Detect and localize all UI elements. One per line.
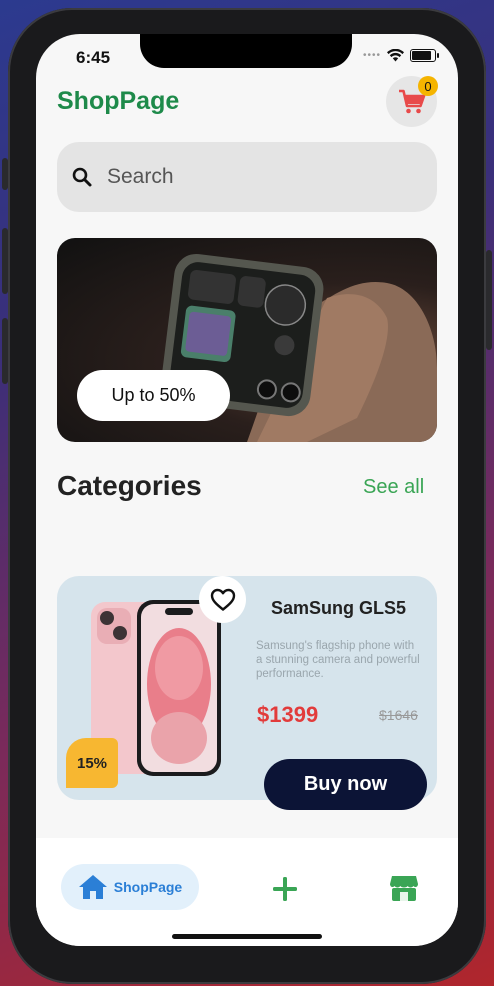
app-screen: 6:45 •••• ShopPage 0 Search Up to 50% Ca… <box>36 34 458 946</box>
status-icons: •••• <box>362 49 439 62</box>
store-icon[interactable] <box>389 874 419 902</box>
side-button <box>2 228 8 294</box>
product-old-price: $1646 <box>379 707 418 723</box>
home-indicator <box>172 934 322 939</box>
battery-icon <box>410 49 439 62</box>
search-icon <box>72 167 92 187</box>
status-time: 6:45 <box>76 48 111 67</box>
app-title: ShopPage <box>57 87 180 115</box>
see-all-link[interactable]: See all <box>363 476 424 499</box>
heart-icon <box>210 588 235 611</box>
signal-dots-icon: •••• <box>362 50 381 61</box>
nav-item-shoppage[interactable]: ShopPage <box>61 864 199 910</box>
cart-count-badge: 0 <box>418 76 438 96</box>
banner-discount-button[interactable]: Up to 50% <box>77 370 230 421</box>
wifi-icon <box>387 49 404 62</box>
discount-badge: 15% <box>66 738 118 788</box>
product-card[interactable]: 15% SamSung GLS5 Samsung's flagship phon… <box>57 576 437 810</box>
favorite-button[interactable] <box>199 576 246 623</box>
notch <box>140 34 352 68</box>
nav-home-label: ShopPage <box>113 879 183 895</box>
product-price: $1399 <box>257 702 319 727</box>
categories-heading: Categories <box>57 470 202 501</box>
product-name: SamSung GLS5 <box>271 598 407 618</box>
side-button <box>2 158 8 190</box>
home-icon <box>78 875 107 899</box>
buy-now-button[interactable]: Buy now <box>264 759 427 810</box>
side-button <box>486 250 492 350</box>
search-bar[interactable] <box>57 142 437 212</box>
search-input[interactable] <box>105 164 409 190</box>
bottom-navigation: ShopPage <box>36 838 458 946</box>
plus-icon[interactable] <box>272 876 298 902</box>
promo-banner[interactable]: Up to 50% <box>57 238 437 442</box>
side-button <box>2 318 8 384</box>
product-description: Samsung's flagship phone with a stunning… <box>256 640 420 680</box>
